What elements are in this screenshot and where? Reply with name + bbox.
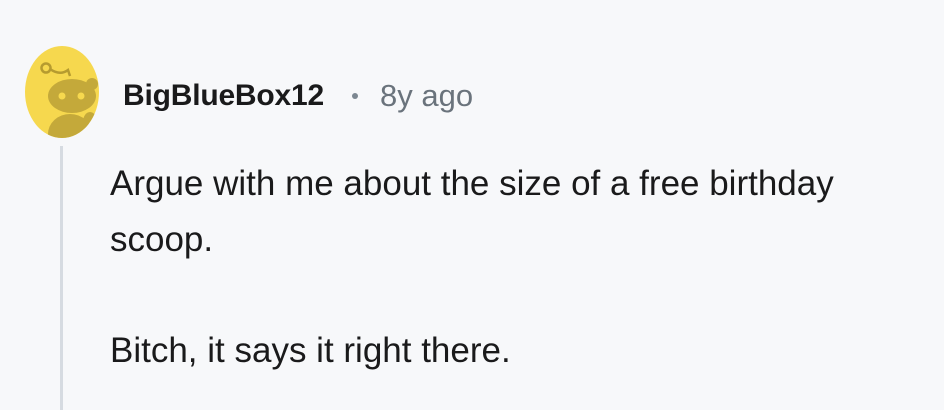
- comment-header: BigBlueBox12 8y ago: [123, 74, 473, 118]
- timestamp[interactable]: 8y ago: [380, 78, 473, 114]
- snoo-avatar-icon[interactable]: [24, 46, 100, 138]
- comment-paragraph: Bitch, it says it right there.: [110, 331, 511, 370]
- comment-body: Argue with me about the size of a free b…: [110, 156, 910, 379]
- comment-paragraph: Argue with me about the size of a free b…: [110, 164, 834, 259]
- thread-line[interactable]: [60, 146, 63, 410]
- username-link[interactable]: BigBlueBox12: [123, 79, 324, 113]
- dot-separator-icon: [351, 93, 358, 99]
- comment: BigBlueBox12 8y ago Argue with me about …: [0, 0, 944, 410]
